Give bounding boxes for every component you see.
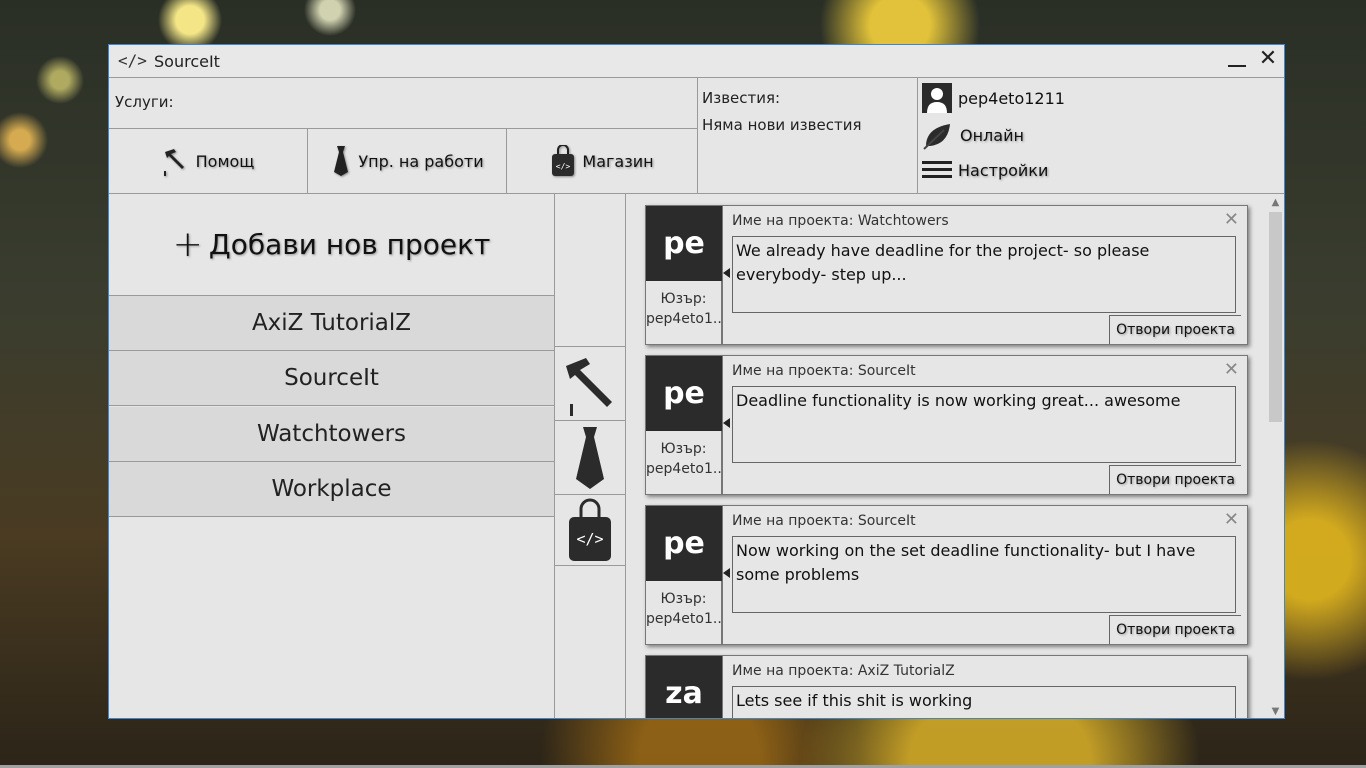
- feed-card: pe Юзър: pep4eto1... Име на проекта: Sou…: [645, 355, 1248, 495]
- tool-shop-button[interactable]: </>: [555, 494, 625, 566]
- shop-label: Магазин: [582, 151, 654, 171]
- message-text: We already have deadline for the project…: [732, 236, 1236, 313]
- close-card-icon[interactable]: ✕: [1224, 209, 1239, 230]
- user-name: pep4eto1...: [646, 311, 721, 327]
- shopping-bag-code-icon: </>: [552, 145, 575, 176]
- work-management-label: Упр. на работи: [358, 151, 484, 171]
- tie-icon: [334, 146, 349, 176]
- add-project-label: Добави нов проект: [208, 228, 491, 261]
- work-management-button[interactable]: Упр. на работи: [308, 129, 507, 193]
- scroll-thumb[interactable]: [1269, 212, 1282, 422]
- close-card-icon[interactable]: ✕: [1224, 359, 1239, 380]
- user-profile[interactable]: pep4eto1211: [922, 83, 1065, 113]
- project-name: Име на проекта: AxiZ TutorialZ: [732, 663, 955, 679]
- open-project-button[interactable]: Отвори проекта: [1109, 615, 1241, 644]
- project-item[interactable]: AxiZ TutorialZ: [109, 296, 554, 351]
- services-label: Услуги:: [115, 93, 174, 111]
- message-text: Deadline functionality is now working gr…: [732, 386, 1236, 463]
- divider: [722, 656, 723, 718]
- project-name: Име на проекта: SourceIt: [732, 363, 916, 379]
- avatar-icon: [922, 83, 952, 113]
- feed-card: pe Юзър: pep4eto1... Име на проекта: Sou…: [645, 505, 1248, 645]
- settings-button[interactable]: Настройки: [922, 160, 1048, 180]
- pointer-icon: [723, 568, 730, 578]
- notifications-panel: Известия: Няма нови известия: [697, 78, 917, 194]
- user-caption: Юзър: pep4eto1...: [646, 431, 722, 494]
- scroll-down-icon[interactable]: ▼: [1267, 703, 1284, 718]
- close-card-icon[interactable]: ✕: [1224, 509, 1239, 530]
- project-item[interactable]: Watchtowers: [109, 407, 554, 462]
- feed-card: za Име на проекта: AxiZ TutorialZ Lets s…: [645, 655, 1248, 718]
- status-online[interactable]: Онлайн: [922, 120, 1024, 150]
- notifications-text: Няма нови известия: [702, 116, 862, 134]
- user-name: pep4eto1...: [646, 461, 721, 477]
- project-name: Име на проекта: Watchtowers: [732, 213, 949, 229]
- services-header: Услуги:: [109, 78, 697, 129]
- project-item[interactable]: Workplace: [109, 462, 554, 517]
- help-label: Помощ: [195, 151, 255, 171]
- svg-text:</>: </>: [556, 162, 571, 171]
- scroll-up-icon[interactable]: ▲: [1267, 194, 1284, 211]
- tool-help-button[interactable]: [555, 346, 625, 421]
- hammer-icon: [566, 358, 612, 416]
- user-prefix: Юзър:: [660, 591, 707, 607]
- add-project-button[interactable]: + Добави нов проект: [109, 194, 554, 296]
- app-logo-icon: </>: [118, 51, 147, 70]
- user-caption: Юзър: pep4eto1...: [646, 581, 722, 644]
- shopping-bag-code-icon: </>: [569, 498, 611, 561]
- app-window: </> SourceIt ✕ Услуги: Помощ Упр. на раб…: [108, 44, 1285, 719]
- notifications-title: Известия:: [702, 89, 781, 107]
- app-title: SourceIt: [154, 52, 220, 71]
- project-name: Име на проекта: SourceIt: [732, 513, 916, 529]
- open-project-button[interactable]: Отвори проекта: [1109, 465, 1241, 494]
- close-window-button[interactable]: ✕: [1256, 45, 1280, 73]
- user-avatar: za: [646, 656, 722, 718]
- leaf-icon: [923, 124, 950, 150]
- feed-scrollbar[interactable]: ▲ ▼: [1267, 194, 1284, 718]
- user-prefix: Юзър:: [660, 441, 707, 457]
- user-avatar: pe: [646, 356, 722, 431]
- pointer-icon: [723, 418, 730, 428]
- plus-icon: +: [172, 224, 203, 265]
- open-project-button[interactable]: Отвори проекта: [1109, 315, 1241, 344]
- tool-work-button[interactable]: [555, 420, 625, 495]
- projects-panel: + Добави нов проект AxiZ TutorialZ Sourc…: [109, 194, 555, 718]
- hamburger-menu-icon: [922, 161, 952, 178]
- svg-text:</>: </>: [576, 530, 603, 548]
- user-avatar: pe: [646, 206, 722, 281]
- tie-icon: [576, 427, 604, 489]
- user-prefix: Юзър:: [660, 291, 707, 307]
- pointer-icon: [723, 268, 730, 278]
- activity-feed: pe Юзър: pep4eto1... Име на проекта: Wat…: [626, 194, 1284, 718]
- tool-column: </>: [555, 194, 626, 718]
- message-text: Lets see if this shit is working: [732, 686, 1236, 718]
- settings-label: Настройки: [958, 160, 1049, 180]
- user-avatar: pe: [646, 506, 722, 581]
- feed-card: pe Юзър: pep4eto1... Име на проекта: Wat…: [645, 205, 1248, 345]
- user-caption: Юзър: pep4eto1...: [646, 281, 722, 344]
- status-label: Онлайн: [960, 125, 1024, 145]
- username: pep4eto1211: [958, 88, 1065, 108]
- project-item[interactable]: SourceIt: [109, 351, 554, 406]
- user-panel: pep4eto1211 Онлайн Настройки: [917, 78, 1284, 194]
- message-text: Now working on the set deadline function…: [732, 536, 1236, 613]
- services-nav: Помощ Упр. на работи </> Магазин: [109, 129, 697, 194]
- user-name: pep4eto1...: [646, 611, 721, 627]
- title-bar[interactable]: </> SourceIt ✕: [109, 45, 1284, 78]
- shop-button[interactable]: </> Магазин: [507, 129, 697, 193]
- hammer-icon: [163, 149, 184, 176]
- minimize-button[interactable]: [1226, 49, 1246, 69]
- help-button[interactable]: Помощ: [109, 129, 308, 193]
